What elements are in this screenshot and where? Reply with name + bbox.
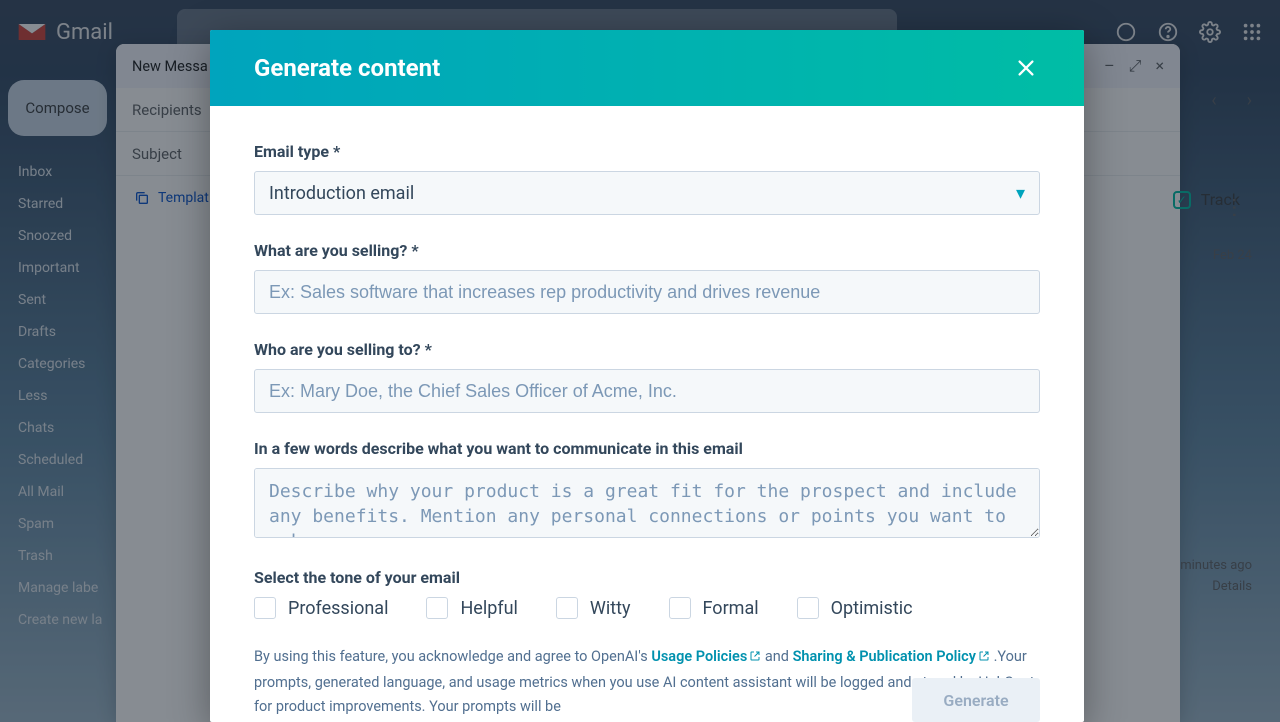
sharing-policy-link[interactable]: Sharing & Publication Policy [793,648,990,665]
tone-options: Professional Helpful Witty Formal Optimi… [254,597,1040,619]
audience-input[interactable] [254,369,1040,413]
modal-header: Generate content [210,30,1084,106]
modal-title: Generate content [254,54,440,82]
tone-witty[interactable]: Witty [556,597,631,619]
external-link-icon [749,646,761,671]
close-icon [1015,57,1037,79]
tone-optimistic[interactable]: Optimistic [797,597,913,619]
selling-field: What are you selling? * [254,241,1040,314]
checkbox-icon [254,597,276,619]
generate-content-modal: Generate content Email type * Introducti… [210,30,1084,722]
audience-field: Who are you selling to? * [254,340,1040,413]
email-type-field: Email type * Introduction email ▾ [254,142,1040,215]
close-button[interactable] [1012,54,1040,82]
tone-field: Select the tone of your email Profession… [254,568,1040,619]
email-type-value: Introduction email [269,183,414,204]
selling-label: What are you selling? * [254,241,1040,260]
tone-formal[interactable]: Formal [669,597,759,619]
describe-textarea[interactable] [254,468,1040,538]
audience-label: Who are you selling to? * [254,340,1040,359]
chevron-down-icon: ▾ [1016,183,1025,204]
modal-body: Email type * Introduction email ▾ What a… [210,106,1084,722]
email-type-select[interactable]: Introduction email ▾ [254,171,1040,215]
checkbox-icon [556,597,578,619]
tone-professional[interactable]: Professional [254,597,388,619]
checkbox-icon [426,597,448,619]
external-link-icon [978,646,990,671]
generate-button[interactable]: Generate [912,678,1040,722]
usage-policies-link[interactable]: Usage Policies [651,648,761,665]
describe-label: In a few words describe what you want to… [254,439,1040,458]
describe-field: In a few words describe what you want to… [254,439,1040,542]
tone-helpful[interactable]: Helpful [426,597,517,619]
checkbox-icon [669,597,691,619]
selling-input[interactable] [254,270,1040,314]
checkbox-icon [797,597,819,619]
tone-label: Select the tone of your email [254,568,1040,587]
email-type-label: Email type * [254,142,1040,161]
